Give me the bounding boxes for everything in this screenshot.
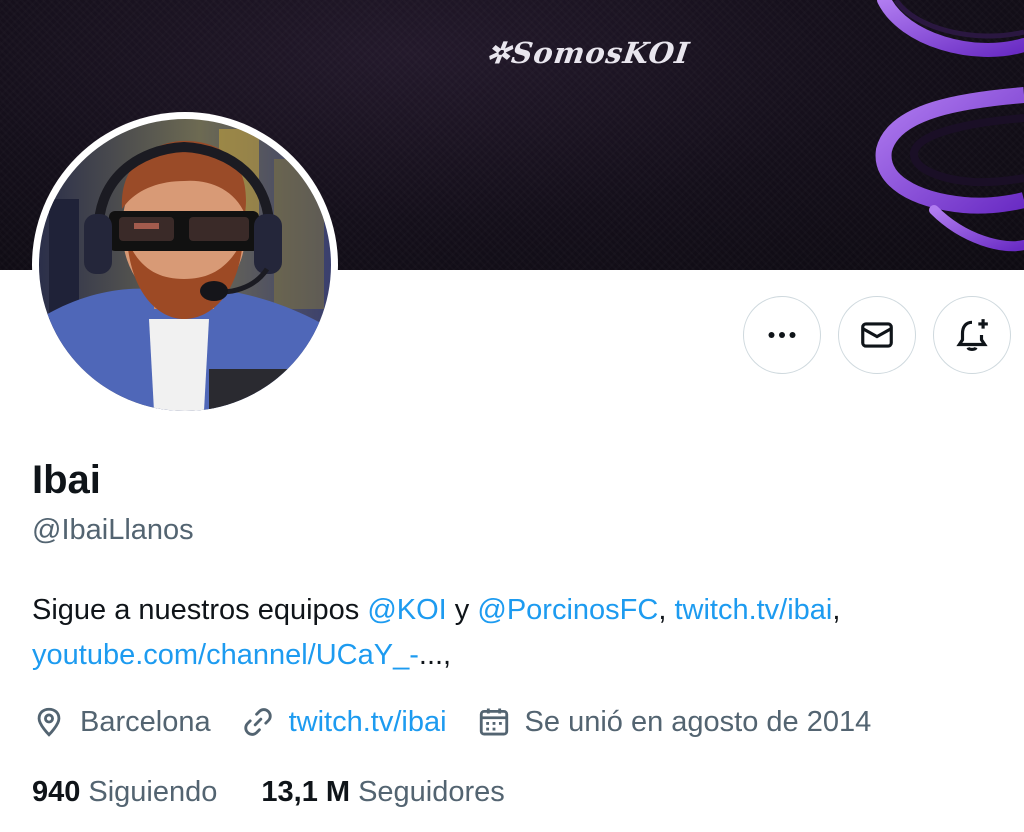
more-options-button[interactable]	[743, 296, 821, 374]
followers-label: Seguidores	[358, 775, 505, 808]
more-horizontal-icon	[768, 332, 796, 338]
profile-meta: Barcelona twitch.tv/ibai Se unió en agos…	[32, 701, 901, 743]
bio-mention-porcinos[interactable]: @PorcinosFC	[477, 594, 658, 626]
following-label: Siguiendo	[88, 775, 218, 808]
joined-text: Se unió en agosto de 2014	[524, 705, 872, 738]
profile-stats: 940 Siguiendo 13,1 M Seguidores	[32, 772, 549, 812]
banner-hashtag: ✲SomosKOI	[484, 36, 693, 70]
notify-button[interactable]	[933, 296, 1011, 374]
joined-item: Se unió en agosto de 2014	[477, 705, 872, 739]
profile-bio: Sigue a nuestros equipos @KOI y @Porcino…	[32, 588, 992, 678]
user-handle: @IbaiLlanos	[32, 514, 194, 546]
bio-mention-koi[interactable]: @KOI	[367, 594, 446, 626]
calendar-icon	[479, 708, 508, 736]
location-pin-icon	[37, 707, 61, 737]
followers-count: 13,1 M	[261, 775, 351, 808]
website-link[interactable]: twitch.tv/ibai	[289, 706, 447, 739]
avatar-photo	[39, 119, 331, 411]
bio-text: ,	[658, 594, 675, 626]
message-button[interactable]	[838, 296, 916, 374]
bell-plus-icon	[956, 319, 988, 352]
location-item: Barcelona	[32, 705, 211, 739]
followers-stat[interactable]: 13,1 M Seguidores	[261, 776, 504, 809]
link-icon	[243, 708, 272, 736]
envelope-icon	[861, 322, 893, 348]
display-name: Ibai	[32, 458, 101, 502]
following-stat[interactable]: 940 Siguiendo	[32, 776, 217, 809]
bio-text: ,	[832, 594, 841, 626]
profile-avatar[interactable]	[32, 112, 338, 418]
bio-text: Sigue a nuestros equipos	[32, 594, 368, 626]
bio-text: y	[446, 594, 478, 626]
website-item[interactable]: twitch.tv/ibai	[241, 705, 447, 739]
following-count: 940	[32, 775, 81, 808]
bio-link-twitch[interactable]: twitch.tv/ibai	[674, 594, 832, 626]
banner-logo-deco	[875, 0, 1024, 252]
location-text: Barcelona	[80, 705, 211, 738]
bio-text: ...,	[418, 639, 452, 671]
bio-link-youtube[interactable]: youtube.com/channel/UCaY_-	[32, 639, 419, 671]
